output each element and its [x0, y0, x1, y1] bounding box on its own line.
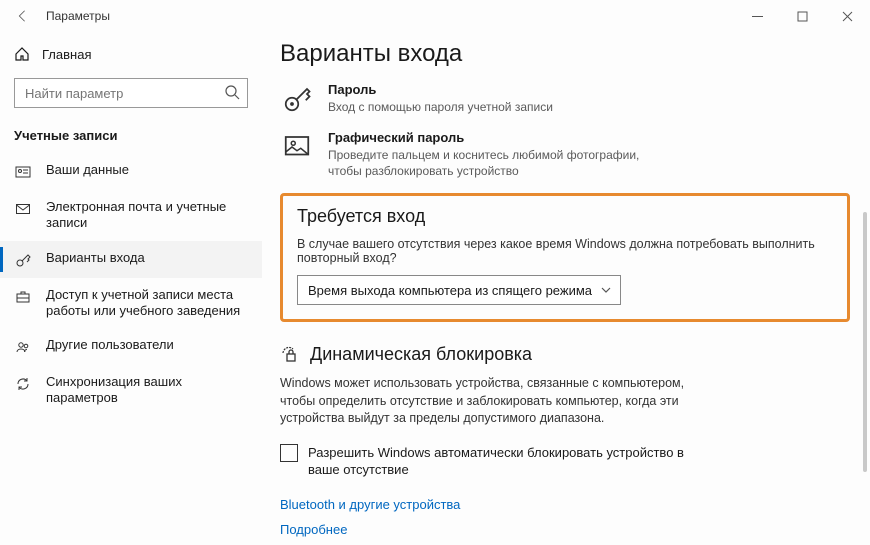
bluetooth-link[interactable]: Bluetooth и другие устройства [280, 497, 850, 512]
sidebar-item-sync[interactable]: Синхронизация ваших параметров [0, 365, 262, 416]
option-picture-password[interactable]: Графический пароль Проведите пальцем и к… [280, 130, 850, 179]
window-title: Параметры [46, 9, 110, 23]
sidebar-section-heading: Учетные записи [0, 122, 262, 153]
sidebar-item-signin-options[interactable]: Варианты входа [0, 241, 262, 278]
checkbox[interactable] [280, 444, 298, 462]
require-signin-dropdown[interactable]: Время выхода компьютера из спящего режим… [297, 275, 621, 305]
sidebar: Главная Учетные записи Ваши данные [0, 32, 262, 545]
picture-icon [280, 130, 314, 164]
briefcase-icon [14, 288, 32, 306]
people-icon [14, 338, 32, 356]
page-title: Варианты входа [280, 40, 850, 68]
sidebar-item-other-users[interactable]: Другие пользователи [0, 328, 262, 365]
key-icon [14, 251, 32, 269]
minimize-button[interactable] [735, 0, 780, 32]
dynamic-lock-heading-row: Динамическая блокировка [280, 344, 850, 365]
close-button[interactable] [825, 0, 870, 32]
sidebar-nav: Ваши данные Электронная почта и учетные … [0, 153, 262, 416]
search-box[interactable] [14, 78, 248, 108]
sidebar-item-email-accounts[interactable]: Электронная почта и учетные записи [0, 190, 262, 241]
option-title: Пароль [328, 82, 553, 97]
sidebar-item-label: Ваши данные [46, 162, 135, 178]
sidebar-item-label: Варианты входа [46, 250, 151, 266]
option-password[interactable]: Пароль Вход с помощью пароля учетной зап… [280, 82, 850, 116]
option-desc: Вход с помощью пароля учетной записи [328, 99, 553, 115]
search-icon [224, 84, 240, 100]
sidebar-item-label: Доступ к учетной записи места работы или… [46, 287, 248, 320]
sidebar-item-your-info[interactable]: Ваши данные [0, 153, 262, 190]
main-content: Варианты входа Пароль Вход с помощью пар… [262, 32, 870, 545]
maximize-button[interactable] [780, 0, 825, 32]
require-signin-section: Требуется вход В случае вашего отсутстви… [280, 193, 850, 322]
dynamic-lock-checkbox-row[interactable]: Разрешить Windows автоматически блокиров… [280, 444, 850, 479]
sidebar-item-work-school[interactable]: Доступ к учетной записи места работы или… [0, 278, 262, 329]
home-icon [14, 46, 30, 62]
home-label: Главная [42, 47, 91, 62]
person-card-icon [14, 163, 32, 181]
require-signin-heading: Требуется вход [297, 206, 833, 227]
learn-more-link[interactable]: Подробнее [280, 522, 850, 537]
mail-icon [14, 200, 32, 218]
option-title: Графический пароль [328, 130, 668, 145]
sidebar-item-label: Электронная почта и учетные записи [46, 199, 248, 232]
dynamic-lock-desc: Windows может использовать устройства, с… [280, 375, 700, 428]
dynamic-lock-icon [280, 345, 300, 365]
dynamic-lock-heading: Динамическая блокировка [310, 344, 532, 365]
option-desc: Проведите пальцем и коснитесь любимой фо… [328, 147, 668, 179]
search-input[interactable] [14, 78, 248, 108]
checkbox-label: Разрешить Windows автоматически блокиров… [308, 444, 688, 479]
scrollbar-thumb[interactable] [863, 212, 867, 472]
sync-icon [14, 375, 32, 393]
titlebar: Параметры [0, 0, 870, 32]
require-signin-desc: В случае вашего отсутствия через какое в… [297, 237, 833, 265]
home-button[interactable]: Главная [0, 38, 262, 70]
chevron-down-icon [600, 284, 612, 296]
dropdown-value: Время выхода компьютера из спящего режим… [308, 283, 592, 298]
sidebar-item-label: Синхронизация ваших параметров [46, 374, 248, 407]
back-button[interactable] [8, 2, 36, 30]
key-large-icon [280, 82, 314, 116]
sidebar-item-label: Другие пользователи [46, 337, 180, 353]
